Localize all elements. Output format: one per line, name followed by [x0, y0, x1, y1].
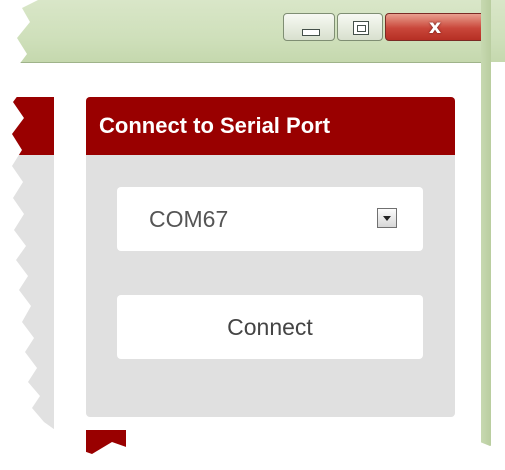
connect-button[interactable]: Connect	[117, 295, 423, 359]
close-button[interactable]: x	[385, 13, 485, 41]
port-select-value: COM67	[149, 206, 229, 232]
serial-port-panel: Connect to Serial Port COM67 Connect	[86, 97, 455, 417]
screenshot-frame: x Connect to Serial Port COM67 Connect	[0, 0, 505, 470]
left-panel-partial	[12, 97, 54, 454]
port-select[interactable]: COM67	[117, 187, 423, 251]
maximize-button[interactable]	[337, 13, 383, 41]
close-icon: x	[428, 16, 442, 38]
maximize-icon	[353, 21, 369, 35]
minimize-icon	[302, 29, 320, 36]
minimize-button[interactable]	[283, 13, 335, 41]
left-panel-header	[12, 97, 54, 155]
chevron-down-icon[interactable]	[377, 208, 397, 228]
panel-title: Connect to Serial Port	[86, 97, 455, 155]
bottom-panel-partial	[86, 430, 126, 454]
app-window: x Connect to Serial Port COM67 Connect	[12, 0, 505, 454]
